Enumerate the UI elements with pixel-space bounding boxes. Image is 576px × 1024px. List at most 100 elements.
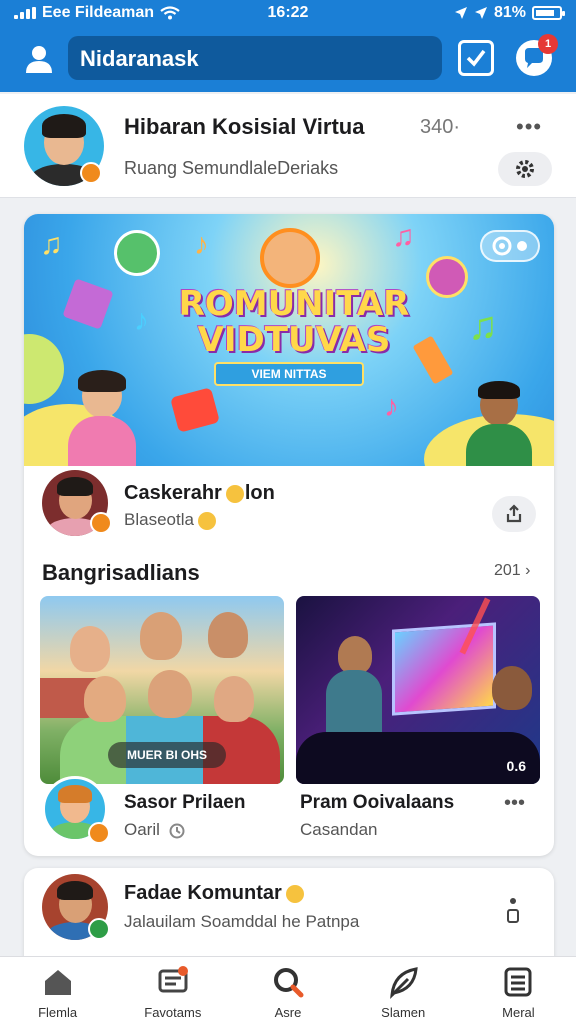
group-person — [140, 612, 182, 660]
gallery-item-image-1[interactable]: MUER BI OHS — [40, 596, 284, 784]
user-profile-icon[interactable] — [22, 42, 56, 76]
post2-title[interactable]: Fadae Komuntar — [124, 882, 304, 905]
share-button[interactable] — [492, 496, 536, 532]
post-author-name[interactable]: Caskerahr lon — [124, 482, 275, 505]
emoji-icon — [285, 884, 304, 903]
music-note-icon: ♫ — [468, 304, 498, 348]
nav-label: Asre — [274, 1005, 302, 1020]
clock-icon — [169, 823, 185, 839]
swirl-icon — [492, 236, 527, 256]
battery-icon — [532, 6, 565, 20]
app-header: Eee Fildeaman 16:22 81% Nidaranask 1 — [0, 0, 576, 92]
nav-item-home[interactable]: Flemla — [0, 957, 115, 1024]
gallery-item-title-2[interactable]: Pram Ooivalaans — [300, 792, 454, 814]
community-title: Hibaran Kosisial Virtua — [124, 114, 365, 139]
search-input[interactable]: Nidaranask — [68, 36, 442, 80]
post-subtitle-text: Blaseotla — [124, 510, 194, 529]
emoji-icon — [225, 484, 244, 503]
star-decoration — [170, 387, 220, 433]
nav-item-explore[interactable]: Slamen — [346, 957, 461, 1024]
status-badge — [80, 162, 102, 184]
settings-button[interactable] — [498, 152, 552, 186]
leaf-icon — [390, 967, 418, 999]
music-note-icon: ♪ — [194, 228, 209, 261]
status-bar: Eee Fildeaman 16:22 81% — [0, 0, 576, 28]
chevron-right-icon: › — [520, 562, 531, 579]
music-note-icon: ♫ — [40, 228, 63, 261]
gallery-item-sub-text-1: Oaril — [124, 820, 160, 839]
member-count: 340· — [420, 116, 461, 138]
thumbnail-info: 0.6 — [506, 758, 526, 774]
person-right — [464, 381, 534, 466]
nav-label: Meral — [502, 1005, 535, 1020]
battery-percent: 81% — [493, 4, 526, 21]
banner-title-line1: ROMUNITAR — [178, 284, 410, 324]
performer-body — [326, 670, 382, 740]
more-options-button[interactable]: ••• — [516, 114, 542, 140]
banner-title-line2: VIDTUVAS — [197, 320, 391, 360]
menu-icon — [504, 967, 532, 997]
section-see-all-link[interactable]: 201 › — [494, 562, 530, 580]
post-author-suffix: lon — [244, 482, 275, 504]
group-person — [70, 626, 110, 672]
location-arrow-icon-2 — [474, 7, 487, 19]
nav-label: Favotams — [144, 1005, 202, 1020]
gallery-item-sub-2: Casandan — [300, 820, 378, 839]
more-options-button[interactable]: ••• — [504, 792, 525, 815]
nav-label: Slamen — [381, 1005, 426, 1020]
vertical-dots-icon — [507, 898, 519, 923]
gallery-item-title-1[interactable]: Sasor Prilaen — [124, 792, 245, 814]
group-person — [208, 612, 248, 658]
post-author-text: Caskerahr — [124, 482, 222, 504]
audience-person — [492, 666, 532, 710]
messages-button[interactable]: 1 — [516, 34, 558, 76]
share-icon — [506, 504, 522, 523]
post2-options-button[interactable] — [506, 896, 520, 926]
gallery-item-image-2[interactable]: 0.6 — [296, 596, 540, 784]
music-note-icon: ♪ — [134, 304, 149, 337]
chat-icon — [158, 966, 188, 993]
post2-subtitle: Jalauilam Soamddal he Patnpa — [124, 912, 360, 931]
group-person — [214, 676, 254, 722]
person-left — [64, 370, 140, 466]
community-subtitle: Ruang SemundlaleDeriaks — [124, 158, 339, 178]
location-arrow-icon — [454, 7, 467, 19]
post2-title-text: Fadae Komuntar — [124, 882, 282, 904]
notification-badge: 1 — [538, 34, 558, 54]
tasks-button[interactable] — [458, 40, 494, 76]
event-banner-image[interactable]: ♫ ♫ ♫ ♪ ♪ ♪ ROMUNITAR VIDTUVAS VIEM NITT… — [24, 214, 554, 466]
section-title: Bangrisadlians — [42, 560, 200, 585]
online-badge — [88, 918, 110, 940]
check-icon — [466, 49, 486, 67]
music-note-icon: ♫ — [392, 220, 415, 253]
cube-decoration — [62, 278, 114, 330]
bottom-nav: Flemla Favotams Asre Slamen Meral — [0, 956, 576, 1024]
banner-ribbon: VIEM NITTAS — [214, 362, 364, 386]
status-right: 81% — [454, 4, 565, 22]
block-decoration — [412, 335, 454, 385]
globe-decoration — [426, 256, 468, 298]
gallery-item-sub-1: Oaril — [124, 820, 185, 840]
performer — [338, 636, 372, 674]
item-badge — [88, 822, 110, 844]
nav-item-menu[interactable]: Meral — [461, 957, 576, 1024]
banner-title: ROMUNITAR VIDTUVAS — [174, 286, 414, 358]
nav-label: Flemla — [38, 1005, 78, 1020]
chat-sticker — [114, 230, 160, 276]
nav-item-search[interactable]: Asre — [230, 957, 345, 1024]
music-note-icon: ♪ — [384, 390, 399, 423]
nav-item-favorites[interactable]: Favotams — [115, 957, 230, 1024]
thumbnail-label: MUER BI OHS — [108, 742, 226, 768]
cartoon-character — [260, 228, 320, 288]
section-count: 201 — [494, 562, 521, 579]
group-person — [148, 670, 192, 718]
search-icon — [274, 968, 304, 998]
home-icon — [44, 970, 71, 995]
audience-silhouette — [296, 732, 540, 784]
post-subtitle: Blaseotla — [124, 510, 216, 530]
emoji-icon — [197, 511, 216, 530]
banner-toggle-button[interactable] — [480, 230, 540, 262]
stage-screen — [392, 622, 496, 716]
author-badge — [90, 512, 112, 534]
gear-icon — [516, 160, 534, 178]
